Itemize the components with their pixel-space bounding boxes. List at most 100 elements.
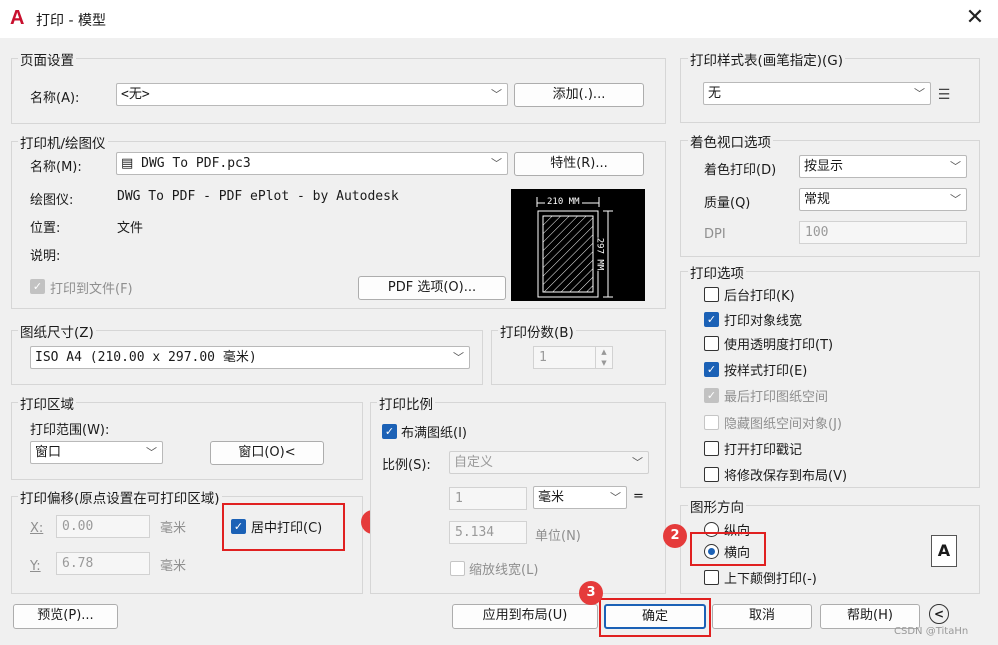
- plot-option-label: 使用透明度打印(T): [724, 338, 834, 353]
- plot-option-checkbox[interactable]: [704, 441, 719, 456]
- chevron-down-icon: ﹀: [950, 160, 961, 173]
- location-value: 文件: [117, 221, 144, 236]
- chevron-down-icon: ﹀: [453, 351, 464, 364]
- step-badge-2: 2: [663, 524, 687, 548]
- page-setup-name-label: 名称(A):: [30, 91, 80, 106]
- close-icon[interactable]: ✕: [962, 6, 988, 32]
- window-title: 打印 - 模型: [36, 13, 106, 29]
- offset-y-unit: 毫米: [160, 559, 187, 574]
- plot-range-select[interactable]: 窗口 ﹀: [30, 441, 163, 464]
- plotter-icon: ▤: [121, 156, 134, 171]
- paper-preview: 210 MM 297 MM: [511, 189, 645, 301]
- page-setup-name-select[interactable]: <无> ﹀: [116, 83, 508, 106]
- plot-option-label: 将修改保存到布局(V): [724, 469, 848, 484]
- add-page-setup-button[interactable]: 添加(.)...: [514, 83, 644, 107]
- scale-unit2-label: 单位(N): [535, 529, 581, 544]
- scale-label: 比例(S):: [382, 458, 431, 473]
- plot-option-checkbox: [704, 415, 719, 430]
- dpi-input: 100: [799, 221, 967, 244]
- plot-style-title: 打印样式表(画笔指定)(G): [688, 49, 846, 69]
- plot-option-label: 打开打印戳记: [724, 443, 803, 458]
- scale-select: 自定义 ﹀: [449, 451, 649, 474]
- landscape-highlight: [690, 532, 766, 566]
- paper-size-select[interactable]: ISO A4 (210.00 x 297.00 毫米) ﹀: [30, 346, 470, 369]
- plot-option-label: 按样式打印(E): [724, 364, 808, 379]
- printer-properties-button[interactable]: 特性(R)...: [514, 152, 644, 176]
- step-badge-3: 3: [579, 581, 603, 605]
- print-to-file-label: 打印到文件(F): [50, 282, 133, 297]
- offset-y-input: 6.78: [56, 552, 150, 575]
- upside-down-checkbox[interactable]: [704, 570, 719, 585]
- chevron-down-icon: ﹀: [146, 446, 157, 459]
- copies-spinner: ▲ ▼: [595, 346, 613, 369]
- center-plot-highlight: [222, 503, 345, 551]
- chevron-down-icon: ﹀: [632, 456, 643, 469]
- scale-lineweights-label: 缩放线宽(L): [469, 563, 539, 578]
- plot-option-label: 后台打印(K): [724, 289, 795, 304]
- scale-value2-input: 5.134: [449, 521, 527, 544]
- plot-area-title: 打印区域: [18, 393, 76, 413]
- plot-option-label: 打印对象线宽: [724, 314, 803, 329]
- plot-option-label: 隐藏图纸空间对象(J): [724, 417, 842, 432]
- pdf-options-button[interactable]: PDF 选项(O)...: [358, 276, 506, 300]
- plotter-value: DWG To PDF - PDF ePlot - by Autodesk: [117, 189, 399, 204]
- description-label: 说明:: [30, 249, 61, 264]
- autocad-logo-icon: A: [10, 7, 25, 29]
- scale-lineweights-checkbox: [450, 561, 465, 576]
- printer-title: 打印机/绘图仪: [18, 132, 108, 152]
- title-bar: [0, 0, 998, 38]
- paper-size-title: 图纸尺寸(Z): [18, 321, 96, 341]
- ok-highlight: [599, 598, 711, 637]
- plot-option-checkbox[interactable]: [704, 336, 719, 351]
- chevron-down-icon: ﹀: [950, 193, 961, 206]
- copies-title: 打印份数(B): [498, 321, 576, 341]
- page-setup-title: 页面设置: [18, 49, 76, 69]
- printer-name-select[interactable]: ▤ DWG To PDF.pc3 ﹀: [116, 152, 508, 175]
- upside-down-label: 上下颠倒打印(-): [724, 572, 817, 587]
- dpi-label: DPI: [704, 227, 726, 242]
- preview-width-label: 210 MM: [545, 197, 582, 207]
- scale-unit-select[interactable]: 毫米 ﹀: [533, 486, 627, 509]
- window-select-button[interactable]: 窗口(O)<: [210, 441, 324, 465]
- plotter-label: 绘图仪:: [30, 193, 74, 208]
- orientation-title: 图形方向: [688, 496, 746, 516]
- preview-height-label: 297 MM: [594, 237, 605, 271]
- plot-option-checkbox: ✓: [704, 388, 719, 403]
- chevron-down-icon: ﹀: [491, 88, 502, 101]
- printer-name-label: 名称(M):: [30, 160, 82, 175]
- quality-label: 质量(Q): [704, 196, 751, 211]
- plot-option-checkbox[interactable]: [704, 467, 719, 482]
- quality-select[interactable]: 常规 ﹀: [799, 188, 967, 211]
- offset-x-unit: 毫米: [160, 521, 187, 536]
- fit-to-paper-label: 布满图纸(I): [401, 426, 467, 441]
- offset-y-label: Y:: [30, 559, 41, 574]
- cancel-button[interactable]: 取消: [712, 604, 812, 629]
- plot-option-checkbox[interactable]: ✓: [704, 362, 719, 377]
- plot-option-checkbox[interactable]: [704, 287, 719, 302]
- shaded-viewport-title: 着色视口选项: [688, 131, 773, 151]
- more-options-icon[interactable]: <: [929, 604, 949, 624]
- fit-to-paper-checkbox[interactable]: ✓: [382, 424, 397, 439]
- plot-scale-title: 打印比例: [377, 393, 435, 413]
- copies-input: 1: [533, 346, 597, 369]
- location-label: 位置:: [30, 221, 61, 236]
- offset-x-label: X:: [30, 521, 44, 536]
- plot-offset-title: 打印偏移(原点设置在可打印区域): [18, 487, 222, 507]
- chevron-down-icon: ﹀: [914, 87, 925, 100]
- chevron-down-icon: ﹀: [491, 157, 502, 170]
- plot-option-label: 最后打印图纸空间: [724, 390, 829, 405]
- preview-button[interactable]: 预览(P)...: [13, 604, 118, 629]
- offset-x-input: 0.00: [56, 515, 150, 538]
- chevron-down-icon: ﹀: [610, 491, 621, 504]
- shade-plot-select[interactable]: 按显示 ﹀: [799, 155, 967, 178]
- plot-option-checkbox[interactable]: ✓: [704, 312, 719, 327]
- plot-style-select[interactable]: 无 ﹀: [703, 82, 931, 105]
- scale-value1-input: 1: [449, 487, 527, 510]
- watermark: CSDN @TitaHn: [894, 626, 969, 637]
- edit-plot-style-icon[interactable]: ☰: [935, 86, 953, 104]
- orientation-preview-icon: A: [931, 535, 957, 567]
- equals-sign: =: [633, 489, 644, 504]
- print-to-file-checkbox: ✓: [30, 279, 45, 294]
- plot-options-title: 打印选项: [688, 262, 746, 282]
- apply-to-layout-button[interactable]: 应用到布局(U): [452, 604, 598, 629]
